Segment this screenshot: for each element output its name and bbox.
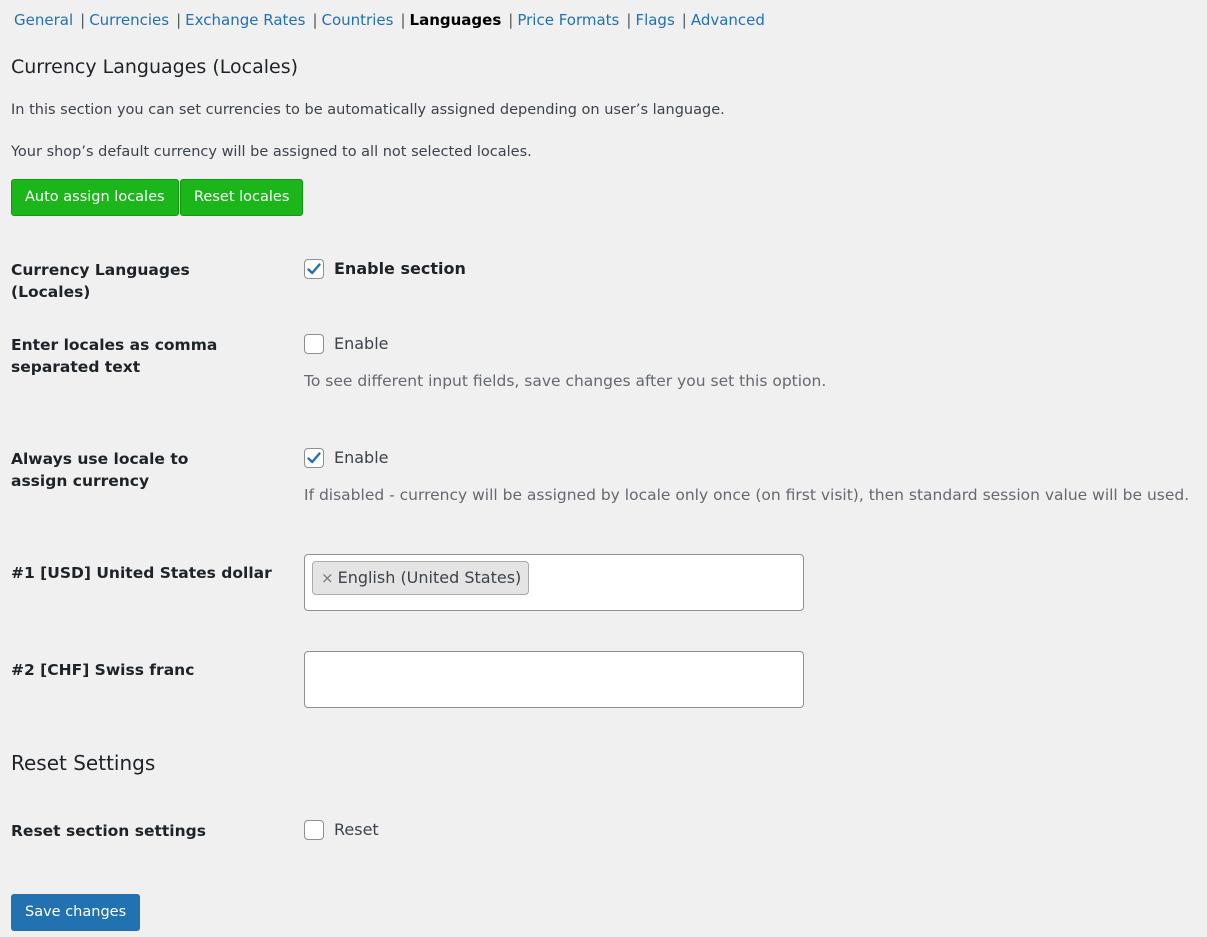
subnav-separator: | (312, 11, 318, 29)
selected-locale-tag: × English (United States) (312, 561, 530, 595)
tab-general[interactable]: General (14, 11, 73, 29)
enable-section-label: Currency Languages (Locales) (11, 261, 190, 301)
comma-text-description: To see different input fields, save chan… (304, 372, 827, 390)
locale-select-chf[interactable] (304, 651, 804, 708)
comma-text-option: Enable (334, 334, 389, 353)
remove-tag-icon[interactable]: × (321, 569, 334, 587)
currency-label-usd: #1 [USD] United States dollar (11, 564, 272, 582)
enable-section-checkbox[interactable] (304, 259, 324, 279)
comma-text-checkbox[interactable] (304, 334, 324, 354)
comma-text-label: Enter locales as comma separated text (11, 336, 218, 376)
always-locale-description: If disabled - currency will be assigned … (304, 486, 1190, 504)
subnav: General | Currencies | Exchange Rates | Countr… (14, 10, 765, 30)
subnav-separator: | (626, 11, 632, 29)
tab-exchange-rates[interactable]: Exchange Rates (185, 11, 305, 29)
section-title: Currency Languages (Locales) (11, 56, 299, 78)
tab-price-formats[interactable]: Price Formats (517, 11, 619, 29)
subnav-separator: | (80, 11, 86, 29)
currency-label-chf: #2 [CHF] Swiss franc (11, 661, 195, 679)
selected-locale-label: English (United States) (337, 568, 522, 587)
reset-section-label: Reset section settings (11, 822, 206, 840)
tab-currencies[interactable]: Currencies (89, 11, 169, 29)
always-locale-option: Enable (334, 448, 389, 467)
checkmark-icon (307, 263, 321, 275)
always-locale-label: Always use locale to assign currency (11, 450, 189, 490)
tab-languages[interactable]: Languages (410, 11, 502, 29)
enable-section-option: Enable section (334, 259, 466, 278)
reset-locales-button[interactable]: Reset locales (180, 179, 304, 216)
default-currency-note: Your shop’s default currency will be ass… (11, 144, 532, 160)
always-locale-checkbox[interactable] (304, 448, 324, 468)
subnav-separator: | (681, 11, 687, 29)
subnav-separator: | (176, 11, 182, 29)
section-intro: In this section you can set currencies t… (11, 102, 725, 118)
tab-countries[interactable]: Countries (322, 11, 394, 29)
subnav-separator: | (400, 11, 406, 29)
auto-assign-locales-button[interactable]: Auto assign locales (11, 179, 179, 216)
reset-settings-title: Reset Settings (11, 751, 156, 775)
locale-select-usd[interactable]: × English (United States) (304, 554, 804, 611)
tab-advanced[interactable]: Advanced (691, 11, 765, 29)
save-changes-button[interactable]: Save changes (11, 894, 141, 931)
reset-section-checkbox[interactable] (304, 820, 324, 840)
checkmark-icon (307, 452, 321, 464)
reset-section-option: Reset (334, 820, 379, 839)
subnav-separator: | (508, 11, 514, 29)
tab-flags[interactable]: Flags (635, 11, 674, 29)
